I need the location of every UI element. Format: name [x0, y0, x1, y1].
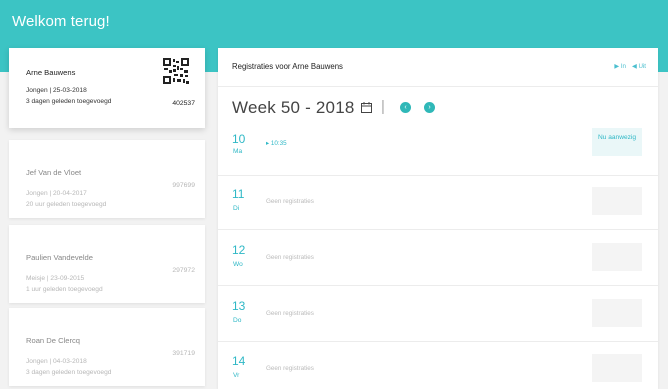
child-info: Jongen | 04-03-2018 — [26, 358, 87, 365]
week-title: Week 50 - 2018 — [232, 98, 355, 117]
qr-code-icon — [163, 58, 189, 84]
registration-empty: Geen registraties — [266, 365, 314, 372]
check-in-label: In — [620, 63, 626, 70]
child-meta: Jongen | 04-03-2018 3 dagen geleden toeg… — [26, 356, 111, 378]
child-card-active[interactable]: Arne Bauwens Jongen | 25-03-2018 3 dagen… — [9, 48, 205, 128]
child-code: 391719 — [172, 350, 195, 357]
child-code: 402537 — [172, 100, 195, 107]
next-week-button[interactable]: › — [424, 102, 435, 113]
child-card[interactable]: Paulien Vandevelde Meisje | 23-09-2015 1… — [9, 225, 205, 303]
day-number: 13 — [232, 299, 246, 313]
child-name: Roan De Clercq — [26, 336, 81, 345]
day-name: Wo — [233, 261, 243, 268]
check-out-toggle[interactable]: ◀ Uit — [632, 63, 646, 70]
divider — [218, 341, 658, 342]
child-card[interactable]: Roan De Clercq Jongen | 04-03-2018 3 dag… — [9, 308, 205, 386]
registration-time-text: 10:35 — [270, 140, 287, 147]
child-added: 20 uur geleden toegevoegd — [26, 201, 107, 208]
day-slot — [592, 243, 642, 271]
child-name: Jef Van de Vloet — [26, 168, 82, 177]
day-slot — [592, 299, 642, 327]
child-added: 1 uur geleden toegevoegd — [26, 286, 103, 293]
page-title: Welkom terug! — [12, 13, 110, 30]
day-number: 12 — [232, 243, 246, 257]
divider — [218, 175, 658, 176]
previous-week-button[interactable]: ‹ — [400, 102, 411, 113]
child-code: 997699 — [172, 182, 195, 189]
day-slot — [592, 187, 642, 215]
registration-empty: Geen registraties — [266, 310, 314, 317]
check-out-label: Uit — [638, 63, 646, 70]
child-name: Arne Bauwens — [26, 68, 76, 77]
day-name: Ma — [233, 148, 243, 155]
day-number: 10 — [232, 132, 246, 146]
day-number: 11 — [232, 187, 245, 201]
child-info: Jongen | 25-03-2018 — [26, 87, 87, 94]
day-name: Do — [233, 317, 242, 324]
child-meta: Jongen | 25-03-2018 3 dagen geleden toeg… — [26, 85, 111, 107]
day-number: 14 — [232, 354, 246, 368]
child-info: Jongen | 20-04-2017 — [26, 190, 87, 197]
separator: | — [381, 98, 385, 115]
registrations-panel: Registraties voor Arne Bauwens ▶ In ◀ Ui… — [218, 48, 658, 389]
chevron-right-icon: › — [428, 104, 431, 111]
check-in-toggle[interactable]: ▶ In — [614, 63, 626, 70]
divider — [218, 285, 658, 286]
child-added: 3 dagen geleden toegevoegd — [26, 369, 112, 376]
child-name: Paulien Vandevelde — [26, 253, 93, 262]
child-code: 297972 — [172, 267, 195, 274]
play-icon: ▶ — [614, 63, 620, 70]
child-meta: Meisje | 23-09-2015 1 uur geleden toegev… — [26, 273, 103, 295]
divider — [218, 229, 658, 230]
day-name: Vr — [233, 372, 240, 379]
divider — [218, 86, 658, 87]
check-in-icon: ▸ — [266, 140, 270, 147]
child-meta: Jongen | 20-04-2017 20 uur geleden toege… — [26, 188, 106, 210]
registration-empty: Geen registraties — [266, 198, 314, 205]
panel-title: Registraties voor Arne Bauwens — [232, 62, 343, 71]
back-icon: ◀ — [631, 63, 637, 70]
child-info: Meisje | 23-09-2015 — [26, 275, 85, 282]
chevron-left-icon: ‹ — [404, 104, 407, 111]
calendar-icon[interactable] — [361, 102, 372, 113]
day-slot — [592, 354, 642, 382]
day-name: Di — [233, 205, 240, 212]
registration-time: ▸ 10:35 — [266, 140, 287, 147]
child-card[interactable]: Jef Van de Vloet Jongen | 20-04-2017 20 … — [9, 140, 205, 218]
child-added: 3 dagen geleden toegevoegd — [26, 98, 112, 105]
registration-empty: Geen registraties — [266, 254, 314, 261]
status-badge: Nu aanwezig — [592, 128, 642, 156]
